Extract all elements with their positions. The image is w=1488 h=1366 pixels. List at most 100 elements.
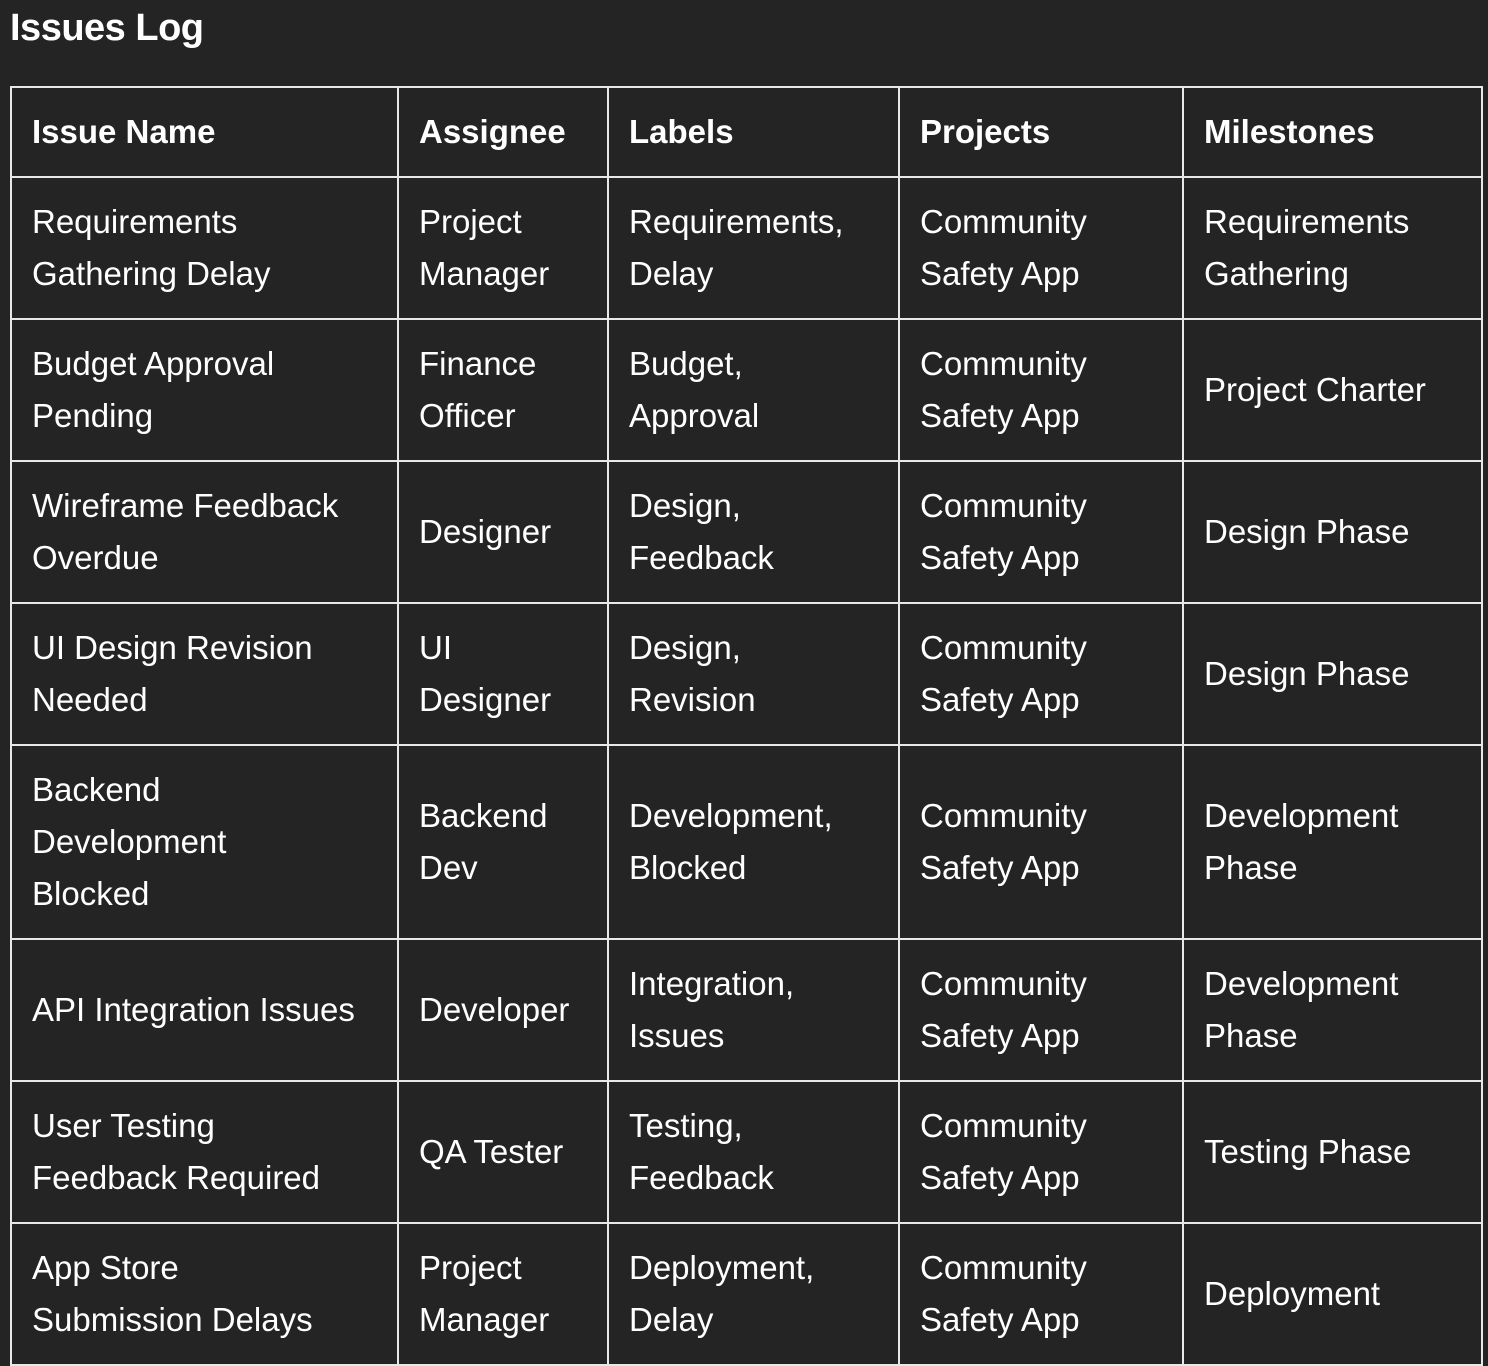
milestone-cell-text: Gathering: [1204, 255, 1349, 292]
project-cell-text: Safety App: [920, 1301, 1080, 1338]
project-cell: Community Safety App: [898, 938, 1184, 1082]
issue-name-cell-text: Requirements: [32, 203, 238, 240]
column-header-projects: Projects: [898, 86, 1184, 178]
project-cell-text: Safety App: [920, 1017, 1080, 1054]
project-cell-text: Community: [920, 487, 1087, 524]
issue-name-cell-text: App Store: [32, 1249, 179, 1286]
labels-cell-text: Issues: [629, 1017, 725, 1054]
labels-cell-text: Delay: [629, 1301, 714, 1338]
assignee-cell-text: Backend: [419, 797, 548, 834]
project-cell: Community Safety App: [898, 318, 1184, 462]
issue-name-cell: Requirements Gathering Delay: [10, 176, 399, 320]
milestone-cell-text: Development: [1204, 797, 1399, 834]
table-row: User Testing Feedback Required QA Tester Te…: [10, 1080, 1483, 1224]
assignee-cell: UI Designer: [397, 602, 609, 746]
assignee-cell: Designer: [397, 460, 609, 604]
assignee-cell-text: Project: [419, 1249, 522, 1286]
issue-name-cell: UI Design Revision Needed: [10, 602, 399, 746]
column-header-milestones: Milestones: [1182, 86, 1483, 178]
labels-cell: Development, Blocked: [607, 744, 900, 940]
issue-name-cell: User Testing Feedback Required: [10, 1080, 399, 1224]
issue-name-cell: Budget Approval Pending: [10, 318, 399, 462]
labels-cell-text: Budget,: [629, 345, 743, 382]
assignee-cell-text: QA Tester: [419, 1133, 564, 1170]
labels-cell-text: Revision: [629, 681, 756, 718]
assignee-cell-text: Developer: [419, 991, 570, 1028]
table-row: Budget Approval Pending Finance Officer Budg…: [10, 318, 1483, 462]
project-cell-text: Safety App: [920, 539, 1080, 576]
assignee-cell-text: Officer: [419, 397, 516, 434]
assignee-cell-text: Designer: [419, 513, 552, 550]
project-cell-text: Safety App: [920, 681, 1080, 718]
table-header-row: Issue Name Assignee Labels Projects Mile…: [10, 86, 1483, 178]
issues-table: Issue Name Assignee Labels Projects Mile…: [10, 86, 1483, 1366]
issue-name-cell-text: Overdue: [32, 539, 159, 576]
assignee-cell: QA Tester: [397, 1080, 609, 1224]
milestone-cell-text: Design Phase: [1204, 513, 1410, 550]
milestone-cell-text: Project Charter: [1204, 371, 1426, 408]
project-cell: Community Safety App: [898, 1222, 1184, 1366]
column-header-issue-name: Issue Name: [10, 86, 399, 178]
labels-cell: Budget, Approval: [607, 318, 900, 462]
table-row: App Store Submission Delays Project Manager…: [10, 1222, 1483, 1366]
milestone-cell-text: Development: [1204, 965, 1399, 1002]
issue-name-cell-text: Budget Approval: [32, 345, 275, 382]
milestone-cell-text: Testing Phase: [1204, 1133, 1412, 1170]
issue-name-cell-text: Blocked: [32, 875, 150, 912]
issue-name-cell: Backend Development Blocked: [10, 744, 399, 940]
table-row: UI Design Revision Needed UI Designer Design…: [10, 602, 1483, 746]
project-cell-text: Community: [920, 965, 1087, 1002]
project-cell: Community Safety App: [898, 176, 1184, 320]
issue-name-cell-text: Development: [32, 823, 227, 860]
assignee-cell-text: Designer: [419, 681, 552, 718]
issue-name-cell-text: Pending: [32, 397, 154, 434]
issue-name-cell-text: API Integration Issues: [32, 991, 355, 1028]
issue-name-cell-text: Backend: [32, 771, 161, 808]
assignee-cell-text: UI: [419, 629, 452, 666]
project-cell-text: Community: [920, 1107, 1087, 1144]
table-row: Requirements Gathering Delay Project Manage…: [10, 176, 1483, 320]
milestone-cell: Design Phase: [1182, 460, 1483, 604]
assignee-cell: Backend Dev: [397, 744, 609, 940]
table-row: Wireframe Feedback Overdue Designer Design,…: [10, 460, 1483, 604]
labels-cell-text: Blocked: [629, 849, 747, 886]
milestone-cell-text: Phase: [1204, 1017, 1298, 1054]
project-cell: Community Safety App: [898, 460, 1184, 604]
milestone-cell: Testing Phase: [1182, 1080, 1483, 1224]
assignee-cell: Project Manager: [397, 1222, 609, 1366]
milestone-cell: Design Phase: [1182, 602, 1483, 746]
labels-cell-text: Integration,: [629, 965, 795, 1002]
labels-cell: Deployment, Delay: [607, 1222, 900, 1366]
table-body: Requirements Gathering Delay Project Manage…: [10, 176, 1483, 1366]
labels-cell: Integration, Issues: [607, 938, 900, 1082]
assignee-cell-text: Project: [419, 203, 522, 240]
assignee-cell: Finance Officer: [397, 318, 609, 462]
milestone-cell: Project Charter: [1182, 318, 1483, 462]
milestone-cell-text: Phase: [1204, 849, 1298, 886]
labels-cell-text: Development,: [629, 797, 833, 834]
labels-cell-text: Delay: [629, 255, 714, 292]
assignee-cell: Developer: [397, 938, 609, 1082]
assignee-cell-text: Manager: [419, 255, 550, 292]
issue-name-cell-text: User Testing: [32, 1107, 215, 1144]
project-cell: Community Safety App: [898, 602, 1184, 746]
issue-name-cell: Wireframe Feedback Overdue: [10, 460, 399, 604]
labels-cell-text: Design,: [629, 487, 741, 524]
labels-cell-text: Testing,: [629, 1107, 743, 1144]
labels-cell-text: Deployment,: [629, 1249, 815, 1286]
milestone-cell-text: Requirements: [1204, 203, 1410, 240]
project-cell-text: Community: [920, 1249, 1087, 1286]
assignee-cell: Project Manager: [397, 176, 609, 320]
table-row: API Integration Issues Developer Integrati…: [10, 938, 1483, 1082]
project-cell-text: Safety App: [920, 849, 1080, 886]
labels-cell: Design, Revision: [607, 602, 900, 746]
labels-cell-text: Approval: [629, 397, 760, 434]
assignee-cell-text: Manager: [419, 1301, 550, 1338]
milestone-cell: Development Phase: [1182, 744, 1483, 940]
column-header-labels: Labels: [607, 86, 900, 178]
project-cell-text: Community: [920, 797, 1087, 834]
milestone-cell: Development Phase: [1182, 938, 1483, 1082]
milestone-cell: Deployment: [1182, 1222, 1483, 1366]
project-cell-text: Community: [920, 629, 1087, 666]
project-cell: Community Safety App: [898, 1080, 1184, 1224]
